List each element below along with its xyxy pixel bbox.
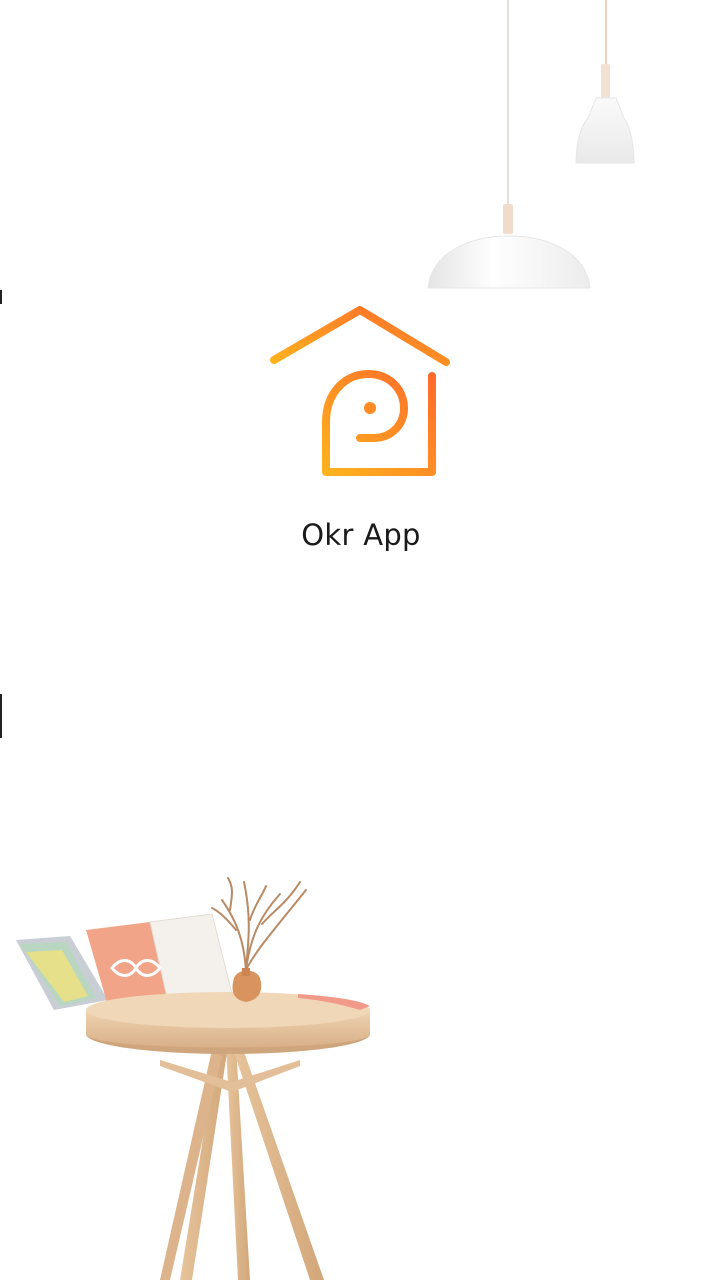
table-top bbox=[86, 992, 370, 1054]
small-lamp-shade bbox=[575, 97, 635, 164]
house-logo-icon bbox=[270, 306, 450, 476]
small-lamp-socket bbox=[601, 64, 610, 98]
side-table-illustration bbox=[16, 877, 370, 1280]
pendant-lamps-illustration bbox=[427, 0, 635, 289]
table-legs bbox=[160, 1046, 324, 1280]
large-lamp-socket bbox=[503, 204, 513, 234]
edge-mark-middle bbox=[0, 694, 2, 738]
large-lamp-shade bbox=[427, 235, 591, 289]
edge-mark-top bbox=[0, 290, 2, 304]
app-name-title: Okr App bbox=[301, 518, 421, 552]
